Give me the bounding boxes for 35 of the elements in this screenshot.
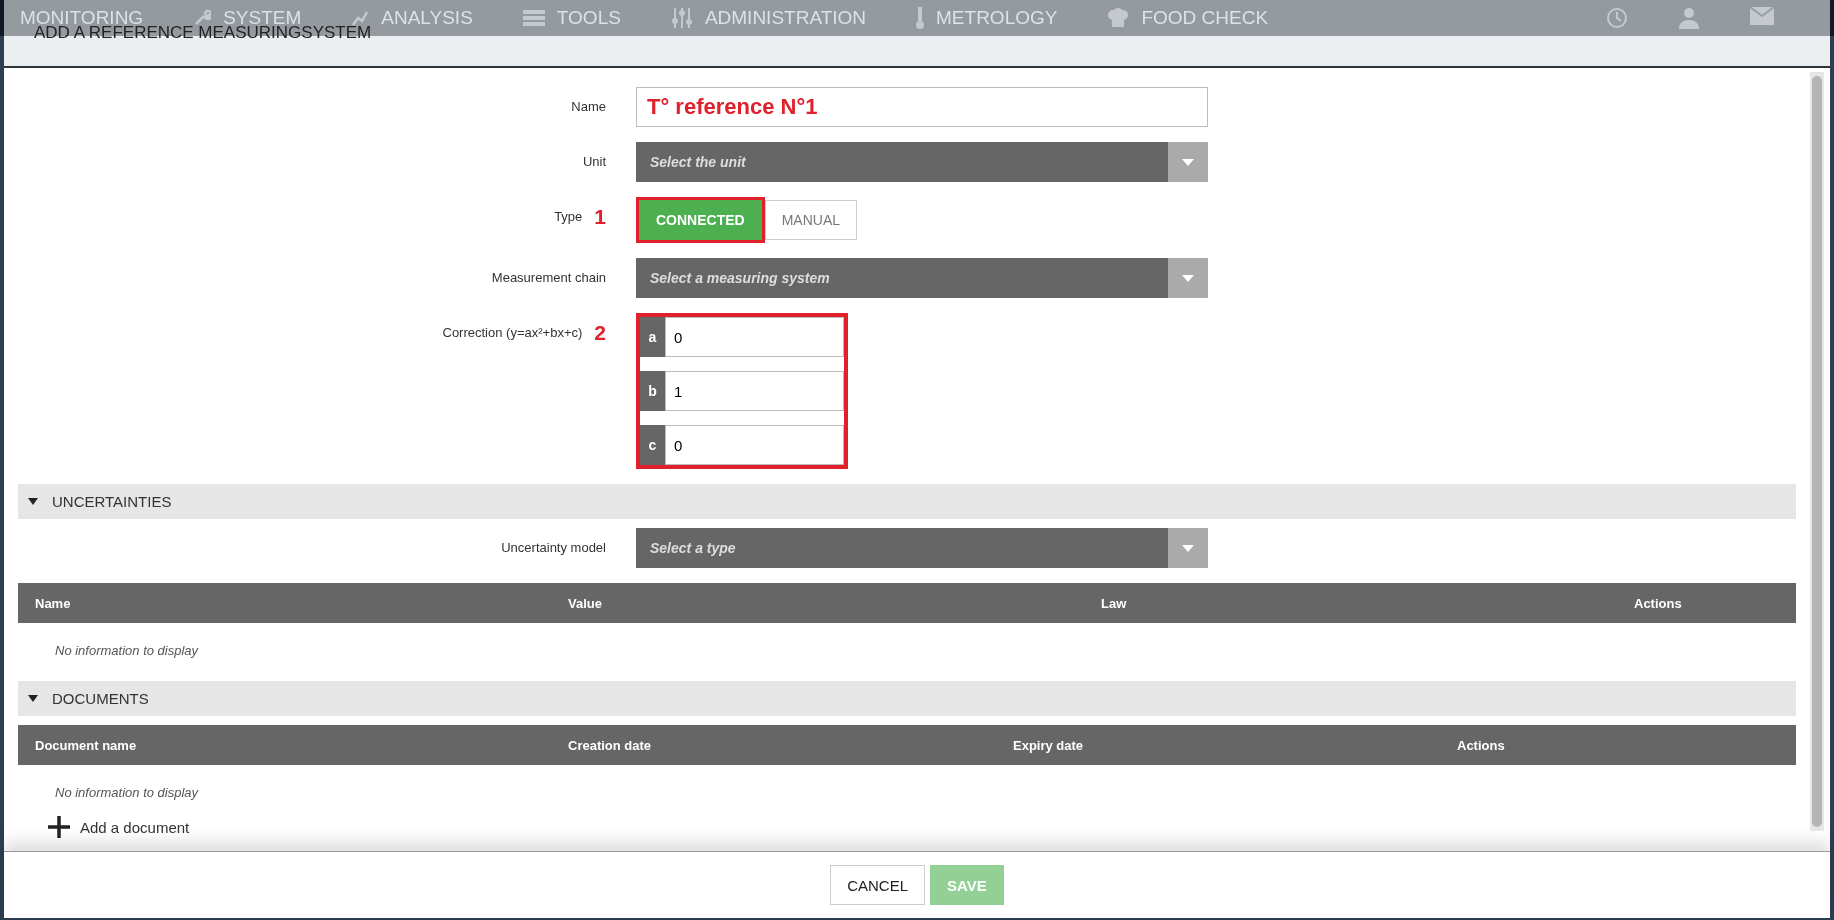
- plus-icon: [48, 816, 70, 838]
- type-toggle[interactable]: CONNECTED: [639, 200, 762, 240]
- field-label: Name: [571, 98, 606, 114]
- field-label: Unit: [582, 153, 606, 169]
- empty-message: No information to display: [54, 784, 200, 802]
- coefficient-label: b: [640, 371, 665, 411]
- name-input[interactable]: T° reference N°1: [636, 87, 1208, 127]
- coefficient-label: a: [640, 317, 665, 357]
- field-label: Uncertainty model: [501, 539, 606, 555]
- caret-icon: [1182, 274, 1194, 282]
- empty-message: No information to display: [54, 642, 200, 660]
- section-header[interactable]: UNCERTAINTIES: [18, 484, 1796, 519]
- section-header[interactable]: DOCUMENTS: [18, 681, 1796, 716]
- coefficient-input[interactable]: 0: [665, 425, 844, 465]
- select-dropdown[interactable]: Select a measuring system: [636, 258, 1208, 298]
- caret-icon: [28, 695, 38, 702]
- type-toggle[interactable]: MANUAL: [764, 200, 858, 240]
- field-label: Correction (y=ax²+bx+c): [442, 324, 583, 340]
- coefficient-input[interactable]: 1: [665, 371, 844, 411]
- coefficient-input[interactable]: 0: [665, 317, 844, 357]
- caret-icon: [28, 498, 38, 505]
- scrollbar[interactable]: [1810, 72, 1824, 831]
- dialog-button[interactable]: CANCEL: [830, 865, 926, 905]
- add-document-link[interactable]: Add a document: [48, 816, 190, 838]
- table-header: Document name Creation date Expiry date Actions: [18, 725, 1796, 765]
- table-header: Name Value Law Actions: [18, 583, 1796, 623]
- coefficient-label: c: [640, 425, 665, 465]
- annotation-number: 2: [594, 320, 606, 345]
- select-dropdown[interactable]: Select a type: [636, 528, 1208, 568]
- caret-icon: [1182, 158, 1194, 166]
- field-label: Type: [554, 208, 583, 224]
- field-label: Measurement chain: [491, 269, 606, 285]
- caret-icon: [1182, 544, 1194, 552]
- select-dropdown[interactable]: Select the unit: [636, 142, 1208, 182]
- annotation-number: 1: [594, 204, 606, 229]
